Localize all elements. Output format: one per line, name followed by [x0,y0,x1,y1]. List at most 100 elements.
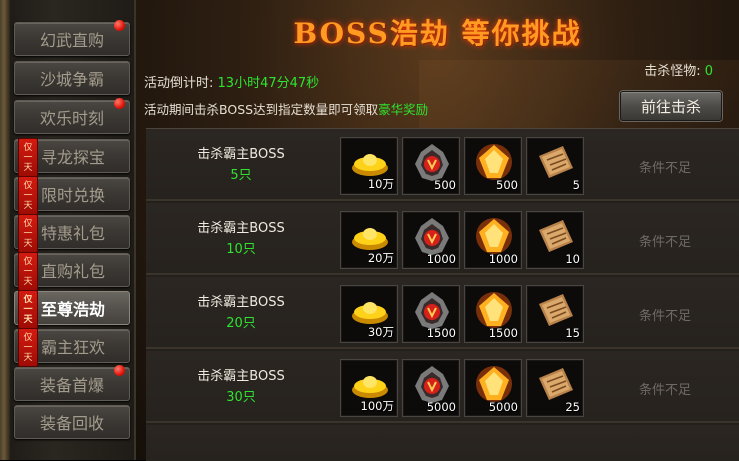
sidebar-item-label: 装备首爆 [39,376,104,395]
sidebar-item-bazhu[interactable]: 仅一天 霸主狂欢 [14,328,130,367]
sidebar-item-label: 限时兑换 [41,186,106,205]
countdown: 活动倒计时: 13小时47分47秒 [144,72,319,91]
row-title: 击杀霸主BOSS [197,147,285,162]
one-day-badge: 仅一天 [18,290,38,329]
sidebar-item-label: 装备回收 [39,414,104,433]
reward-slot[interactable]: 15 [526,285,584,343]
scroll-icon [539,146,573,178]
one-day-badge: 仅一天 [18,138,38,177]
sidebar-item-tehui[interactable]: 仅一天 特惠礼包 [14,214,130,253]
scroll-icon [539,220,573,252]
reward-slot[interactable]: 5 [526,137,584,195]
sidebar-item-label: 欢乐时刻 [39,109,104,128]
reward-slot[interactable]: 500 [464,137,522,195]
row-count: 30只 [226,390,256,405]
sidebar-item-xunlong[interactable]: 仅一天 寻龙探宝 [14,138,130,177]
demon-crest-icon [415,218,449,255]
reward-qty: 500 [434,178,456,192]
reward-qty: 1500 [488,326,518,340]
countdown-value: 13小时47分47秒 [217,76,320,91]
gold-crystal-icon [476,218,512,254]
reward-slot[interactable]: 25 [526,359,584,417]
claim-status: 条件不足 [638,383,691,398]
notification-dot-icon [114,20,125,31]
sidebar-item-huanle[interactable]: 欢乐时刻 [14,98,130,134]
gold-crystal-icon [476,366,512,402]
reward-qty: 15 [565,326,580,340]
sidebar-item-shacheng[interactable]: 沙城争霸 [14,61,130,95]
row-count: 10只 [226,242,256,257]
notification-dot-icon [114,365,125,376]
reward-qty: 5000 [488,400,518,414]
row-count: 20只 [226,316,256,331]
sidebar-item-huanwu[interactable]: 幻武直购 [14,20,130,56]
sidebar-item-shoubao[interactable]: 装备首爆 [14,365,130,401]
countdown-label: 活动倒计时: [144,76,214,91]
reward-list: 击杀霸主BOSS 5只 10万 500 500 5 条件不足 击杀霸主BOSS … [146,128,739,461]
demon-crest-icon [415,366,449,403]
sidebar: 幻武直购 沙城争霸 欢乐时刻 仅一天 寻龙探宝 仅一天 限时兑换 仅一天 特惠礼… [0,0,136,460]
reward-slot[interactable]: 1500 [464,285,522,343]
kill-counter-value: 0 [704,64,713,79]
reward-qty: 5 [572,178,580,192]
reward-slot[interactable]: 30万 [340,285,398,343]
claim-status: 条件不足 [638,161,691,176]
scroll-icon [539,368,573,400]
reward-row: 击杀霸主BOSS 5只 10万 500 500 5 条件不足 [146,129,739,201]
reward-qty: 25 [565,400,580,414]
sidebar-item-huishou[interactable]: 装备回收 [14,405,130,439]
reward-row-partial [146,425,739,461]
page-title: BOSS浩劫 等你挑战 [293,17,582,50]
reward-qty: 1000 [426,252,456,266]
reward-row: 击杀霸主BOSS 10只 20万 1000 1000 10 条件不足 [146,203,739,275]
main-panel: BOSS浩劫 等你挑战 活动倒计时: 13小时47分47秒 击杀怪物: 0 活动… [136,0,739,461]
reward-slot[interactable]: 100万 [340,359,398,417]
reward-slot[interactable]: 1500 [402,285,460,343]
gold-crystal-icon [476,144,512,180]
claim-status: 条件不足 [638,235,691,250]
reward-slot[interactable]: 1000 [402,211,460,269]
notification-dot-icon [114,98,125,109]
reward-slot[interactable]: 10 [526,211,584,269]
gold-crystal-icon [476,292,512,328]
reward-slot[interactable]: 5000 [464,359,522,417]
reward-qty: 5000 [426,400,456,414]
reward-qty: 10 [565,252,580,266]
row-title: 击杀霸主BOSS [197,369,285,384]
reward-qty: 1500 [426,326,456,340]
row-title: 击杀霸主BOSS [197,221,285,236]
kill-counter-label: 击杀怪物: [644,64,701,79]
reward-slot[interactable]: 500 [402,137,460,195]
reward-qty: 30万 [367,325,394,339]
sidebar-item-xianshi[interactable]: 仅一天 限时兑换 [14,176,130,215]
one-day-badge: 仅一天 [18,328,38,367]
activity-window: 幻武直购 沙城争霸 欢乐时刻 仅一天 寻龙探宝 仅一天 限时兑换 仅一天 特惠礼… [0,0,739,461]
one-day-badge: 仅一天 [18,214,38,253]
sidebar-item-label: 直购礼包 [41,262,106,281]
sidebar-item-label: 幻武直购 [39,31,104,50]
reward-qty: 500 [496,178,518,192]
row-count: 5只 [230,168,252,183]
reward-slot[interactable]: 1000 [464,211,522,269]
kill-counter: 击杀怪物: 0 [644,60,713,79]
reward-qty: 1000 [488,252,518,266]
sidebar-item-zhizun[interactable]: 仅一天 至尊浩劫 [14,290,130,329]
reward-slot[interactable]: 10万 [340,137,398,195]
reward-row: 击杀霸主BOSS 30只 100万 5000 5000 25 条件不足 [146,351,739,423]
goto-kill-button[interactable]: 前往击杀 [620,91,722,121]
sidebar-item-zhigou[interactable]: 仅一天 直购礼包 [14,252,130,291]
reward-row: 击杀霸主BOSS 20只 30万 1500 1500 15 条件不足 [146,277,739,349]
reward-slot[interactable]: 20万 [340,211,398,269]
row-title: 击杀霸主BOSS [197,295,285,310]
reward-qty: 10万 [367,177,394,191]
sidebar-item-label: 寻龙探宝 [41,148,106,167]
reward-qty: 100万 [360,399,394,413]
sidebar-item-label: 沙城争霸 [39,70,104,89]
one-day-badge: 仅一天 [18,176,38,215]
activity-description: 活动期间击杀BOSS达到指定数量即可领取豪华奖励 [144,99,428,118]
claim-status: 条件不足 [638,309,691,324]
sidebar-item-label: 至尊浩劫 [41,300,106,319]
reward-slot[interactable]: 5000 [402,359,460,417]
description-text: 活动期间击杀BOSS达到指定数量即可领取 [144,102,379,117]
demon-crest-icon [415,144,449,181]
